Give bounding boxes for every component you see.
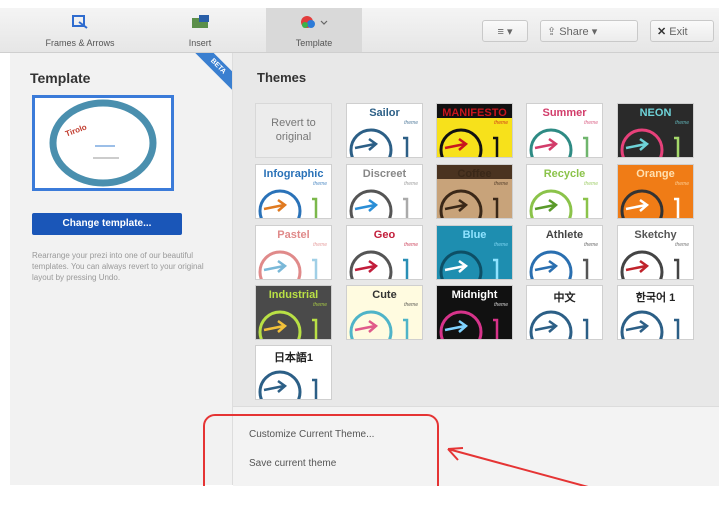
annotation-arrow-icon <box>447 447 663 508</box>
bottom-strip <box>0 486 719 510</box>
